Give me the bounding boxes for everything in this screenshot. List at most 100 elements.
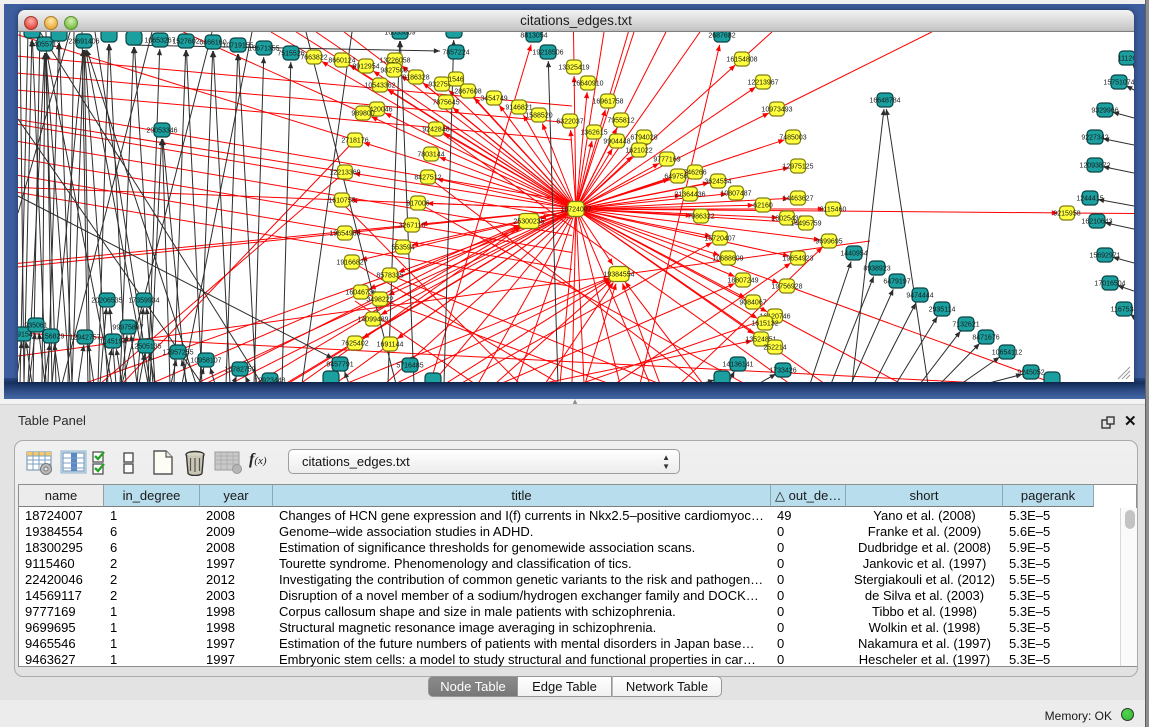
svg-text:17016504: 17016504 bbox=[1094, 281, 1125, 288]
svg-text:10671355: 10671355 bbox=[248, 46, 279, 53]
svg-text:39154: 39154 bbox=[18, 332, 33, 339]
svg-text:2718176: 2718176 bbox=[341, 138, 368, 145]
svg-text:12213967: 12213967 bbox=[747, 80, 778, 87]
svg-text:1691144: 1691144 bbox=[377, 342, 404, 349]
svg-text:18724007: 18724007 bbox=[560, 207, 591, 214]
svg-text:9457791: 9457791 bbox=[326, 362, 353, 369]
svg-text:14463627: 14463627 bbox=[782, 196, 813, 203]
svg-text:16782759: 16782759 bbox=[224, 367, 255, 374]
svg-text:1546: 1546 bbox=[448, 77, 464, 84]
svg-text:5716485: 5716485 bbox=[396, 363, 423, 370]
svg-text:10654112: 10654112 bbox=[992, 350, 1023, 357]
svg-text:553594: 553594 bbox=[391, 245, 414, 252]
svg-text:7955812: 7955812 bbox=[607, 118, 634, 125]
svg-text:989800: 989800 bbox=[351, 111, 374, 118]
svg-text:7663822: 7663822 bbox=[300, 55, 327, 62]
svg-text:252214: 252214 bbox=[763, 345, 786, 352]
svg-text:3454749: 3454749 bbox=[480, 96, 507, 103]
svg-text:1440954: 1440954 bbox=[840, 251, 867, 258]
svg-text:1615132: 1615132 bbox=[751, 321, 778, 328]
svg-text:7485003: 7485003 bbox=[779, 135, 806, 142]
svg-text:16033809: 16033809 bbox=[384, 32, 415, 37]
svg-text:1167534: 1167534 bbox=[1111, 307, 1134, 314]
svg-text:3624554: 3624554 bbox=[704, 179, 731, 186]
svg-text:16961758: 16961758 bbox=[592, 99, 623, 106]
svg-text:15751074: 15751074 bbox=[1103, 80, 1134, 87]
svg-text:9827500: 9827500 bbox=[380, 68, 407, 75]
svg-text:6479197: 6479197 bbox=[883, 279, 910, 286]
svg-text:6794028: 6794028 bbox=[630, 135, 657, 142]
svg-text:7986322: 7986322 bbox=[687, 214, 714, 221]
svg-text:17359934: 17359934 bbox=[128, 298, 159, 305]
svg-text:1362615: 1362615 bbox=[580, 130, 607, 137]
svg-text:19384554: 19384554 bbox=[603, 272, 634, 279]
svg-text:9329966: 9329966 bbox=[1091, 108, 1118, 115]
svg-text:7857224: 7857224 bbox=[442, 50, 469, 57]
svg-text:746266: 746266 bbox=[683, 170, 706, 177]
svg-text:8471676: 8471676 bbox=[972, 335, 999, 342]
svg-text:9474444: 9474444 bbox=[906, 293, 933, 300]
svg-text:1621022: 1621022 bbox=[625, 148, 652, 155]
svg-text:7803144: 7803144 bbox=[417, 152, 444, 159]
svg-text:8578335: 8578335 bbox=[376, 273, 403, 280]
svg-text:9115460: 9115460 bbox=[820, 207, 847, 214]
svg-text:20206535: 20206535 bbox=[91, 298, 122, 305]
svg-text:935061: 935061 bbox=[24, 323, 47, 330]
svg-text:19166827: 19166827 bbox=[336, 260, 367, 267]
svg-text:19218506: 19218506 bbox=[532, 50, 563, 57]
svg-text:8427512: 8427512 bbox=[414, 175, 441, 182]
svg-text:16640910: 16640910 bbox=[572, 81, 603, 88]
svg-text:16648784: 16648784 bbox=[869, 98, 900, 105]
svg-text:14099489: 14099489 bbox=[357, 317, 388, 324]
svg-text:3498222: 3498222 bbox=[366, 297, 393, 304]
svg-text:10543362: 10543362 bbox=[364, 83, 395, 90]
svg-text:10973493: 10973493 bbox=[761, 107, 792, 114]
svg-text:19654923: 19654923 bbox=[782, 256, 813, 263]
svg-text:9227342: 9227342 bbox=[1081, 135, 1108, 142]
svg-text:14495759: 14495759 bbox=[790, 221, 821, 228]
svg-text:2935114: 2935114 bbox=[929, 307, 956, 314]
svg-text:16210643: 16210643 bbox=[1081, 219, 1112, 226]
svg-text:7875645: 7875645 bbox=[432, 100, 459, 107]
svg-text:2687682: 2687682 bbox=[708, 33, 735, 40]
svg-text:8912954: 8912954 bbox=[352, 64, 379, 71]
svg-text:9215958: 9215958 bbox=[1053, 211, 1080, 218]
svg-text:917006: 917006 bbox=[406, 201, 429, 208]
svg-text:12923448: 12923448 bbox=[254, 378, 285, 383]
svg-text:1733426: 1733426 bbox=[769, 368, 796, 375]
svg-text:7132621: 7132621 bbox=[952, 322, 979, 329]
svg-text:6322037: 6322037 bbox=[556, 119, 583, 126]
svg-text:2867608: 2867608 bbox=[454, 89, 481, 96]
svg-text:1588520: 1588520 bbox=[525, 113, 552, 120]
svg-text:14136141: 14136141 bbox=[722, 362, 753, 369]
svg-text:10653267: 10653267 bbox=[144, 38, 175, 45]
svg-text:62160: 62160 bbox=[753, 203, 773, 210]
svg-text:8938923: 8938923 bbox=[863, 266, 890, 273]
svg-text:1527602: 1527602 bbox=[172, 39, 199, 46]
svg-text:1610755: 1610755 bbox=[328, 198, 355, 205]
svg-text:9242848: 9242848 bbox=[422, 127, 449, 134]
svg-text:7625402: 7625402 bbox=[341, 341, 368, 348]
svg-text:8186328: 8186328 bbox=[402, 75, 429, 82]
svg-text:21364436: 21364436 bbox=[674, 192, 705, 199]
svg-text:11126: 11126 bbox=[1118, 56, 1134, 63]
svg-text:19756928: 19756928 bbox=[771, 284, 802, 291]
svg-text:1156829: 1156829 bbox=[38, 334, 65, 341]
svg-text:12942757: 12942757 bbox=[69, 335, 100, 342]
svg-text:23691406: 23691406 bbox=[68, 39, 99, 46]
svg-text:29053346: 29053346 bbox=[146, 128, 177, 135]
svg-text:1145194: 1145194 bbox=[100, 339, 127, 346]
svg-text:15692971: 15692971 bbox=[1089, 253, 1120, 260]
svg-text:9777169: 9777169 bbox=[653, 157, 680, 164]
svg-text:15720407: 15720407 bbox=[704, 236, 735, 243]
svg-text:12093872: 12093872 bbox=[1079, 163, 1110, 170]
svg-text:9699695: 9699695 bbox=[815, 239, 842, 246]
svg-text:17957255: 17957255 bbox=[162, 350, 193, 357]
svg-text:25300235: 25300235 bbox=[513, 219, 544, 226]
svg-text:9245052: 9245052 bbox=[1017, 370, 1044, 377]
svg-text:9146821: 9146821 bbox=[505, 105, 532, 112]
svg-text:8813054: 8813054 bbox=[520, 33, 547, 40]
svg-text:10807487: 10807487 bbox=[720, 191, 751, 198]
svg-text:19654983: 19654983 bbox=[329, 231, 360, 238]
svg-text:24055713: 24055713 bbox=[29, 42, 60, 49]
